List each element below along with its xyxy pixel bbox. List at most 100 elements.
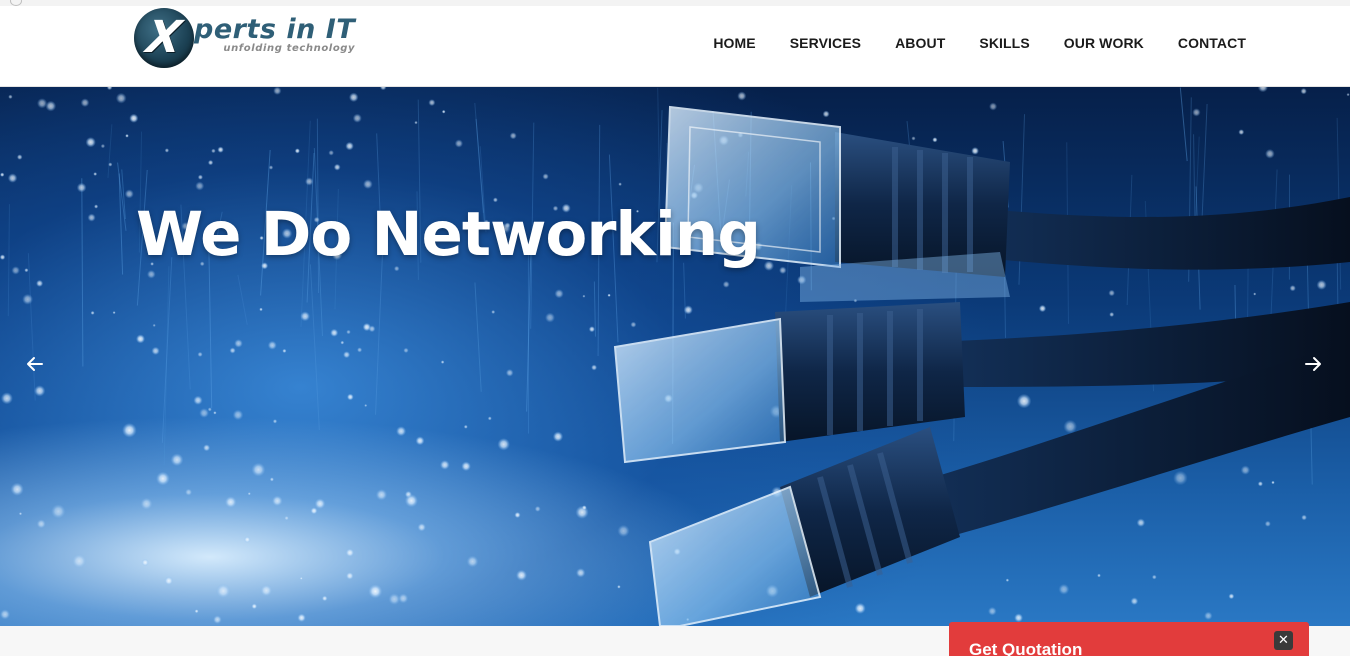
- get-quotation-widget[interactable]: Get Quotation ✕: [949, 622, 1309, 656]
- light-dot: [403, 347, 409, 354]
- light-dot: [544, 312, 556, 323]
- light-dot: [11, 266, 20, 275]
- light-dot: [93, 172, 98, 176]
- light-dot: [211, 148, 216, 154]
- light-dot: [575, 568, 586, 578]
- light-dot: [269, 477, 274, 482]
- light-dot: [0, 254, 6, 260]
- light-dot: [363, 179, 373, 190]
- light-dot: [224, 496, 237, 509]
- light-dot: [1271, 480, 1275, 485]
- light-dot: [607, 293, 611, 297]
- nav-item-our-work[interactable]: OUR WORK: [1064, 35, 1144, 51]
- light-dot: [617, 585, 621, 589]
- light-dot: [106, 87, 113, 91]
- light-dot: [112, 311, 116, 315]
- light-dot: [141, 558, 149, 567]
- rj45-connector-bottom: [648, 427, 960, 626]
- light-dot: [487, 416, 492, 421]
- light-dot: [217, 146, 224, 153]
- light-dot: [1253, 292, 1257, 296]
- site-header: X perts in IT unfolding technology HOME …: [0, 6, 1350, 87]
- light-dot: [0, 172, 5, 177]
- light-dot: [1238, 129, 1245, 135]
- light-dot: [1109, 312, 1115, 317]
- light-dot: [267, 340, 277, 350]
- light-dot: [497, 438, 511, 451]
- light-dot: [1192, 108, 1201, 117]
- light-dot: [779, 266, 787, 275]
- light-dot: [357, 347, 363, 353]
- light-dot: [1257, 481, 1263, 487]
- light-dot: [18, 512, 23, 516]
- fiber-streak: [237, 274, 248, 325]
- light-dot: [194, 609, 199, 614]
- light-dot: [328, 150, 335, 156]
- light-dot: [260, 584, 273, 597]
- light-dot: [441, 109, 446, 114]
- light-dot: [1316, 279, 1327, 290]
- light-dot: [333, 163, 341, 171]
- logo-mark: X: [143, 12, 185, 63]
- light-dot: [199, 408, 210, 418]
- light-dot: [552, 431, 564, 442]
- logo[interactable]: X perts in IT unfolding technology: [134, 6, 384, 70]
- logo-tagline: unfolding technology: [223, 43, 356, 54]
- light-dot: [232, 409, 244, 421]
- light-dot: [617, 524, 630, 538]
- light-dot: [272, 419, 278, 424]
- light-dot: [414, 120, 418, 125]
- light-dot: [1097, 573, 1101, 578]
- nav-item-skills[interactable]: SKILLS: [979, 35, 1029, 51]
- light-dot: [251, 603, 258, 610]
- light-dot: [71, 553, 87, 569]
- rj45-connector-middle: [613, 252, 1010, 464]
- slider-next-button[interactable]: [1301, 352, 1325, 376]
- get-quotation-title[interactable]: Get Quotation: [969, 640, 1082, 656]
- light-dot: [388, 593, 401, 606]
- light-dot: [76, 182, 87, 193]
- light-dot: [1014, 613, 1024, 623]
- light-dot: [85, 137, 96, 148]
- light-dot: [300, 311, 311, 322]
- light-dot: [271, 495, 283, 507]
- close-icon[interactable]: ✕: [1274, 631, 1293, 650]
- light-dot: [1058, 583, 1070, 595]
- fiber-streak: [474, 282, 482, 392]
- nav-item-home[interactable]: HOME: [713, 35, 755, 51]
- light-dot: [1240, 465, 1251, 475]
- light-dot: [170, 453, 184, 467]
- fiber-streak: [1179, 87, 1188, 162]
- main-nav: HOME SERVICES ABOUT SKILLS OUR WORK CONT…: [679, 6, 1246, 80]
- page: X perts in IT unfolding technology HOME …: [0, 0, 1350, 656]
- light-dot: [368, 584, 383, 599]
- light-dot: [461, 461, 471, 472]
- fiber-streak: [27, 253, 36, 401]
- light-dot: [45, 100, 57, 112]
- light-dot: [417, 523, 427, 532]
- light-dot: [1038, 304, 1047, 313]
- light-dot: [152, 323, 156, 327]
- light-dot: [213, 615, 222, 624]
- light-dot: [108, 162, 113, 167]
- light-dot: [140, 497, 153, 510]
- hero-title: We Do Networking: [136, 199, 761, 270]
- light-dot: [1289, 285, 1296, 292]
- light-dot: [1264, 520, 1271, 527]
- light-dot: [1136, 518, 1146, 527]
- nav-item-contact[interactable]: CONTACT: [1178, 35, 1246, 51]
- nav-item-services[interactable]: SERVICES: [790, 35, 861, 51]
- light-dot: [989, 102, 998, 111]
- light-dot: [1173, 470, 1188, 486]
- light-dot: [124, 189, 134, 199]
- light-dot: [90, 310, 95, 315]
- light-dot: [24, 268, 29, 273]
- fiber-streak: [107, 124, 113, 178]
- light-dot: [763, 260, 775, 271]
- nav-item-about[interactable]: ABOUT: [895, 35, 945, 51]
- light-dot: [305, 177, 314, 186]
- light-dot: [1204, 611, 1213, 621]
- light-dot: [195, 181, 205, 191]
- light-dot: [491, 310, 496, 314]
- slider-prev-button[interactable]: [23, 352, 47, 376]
